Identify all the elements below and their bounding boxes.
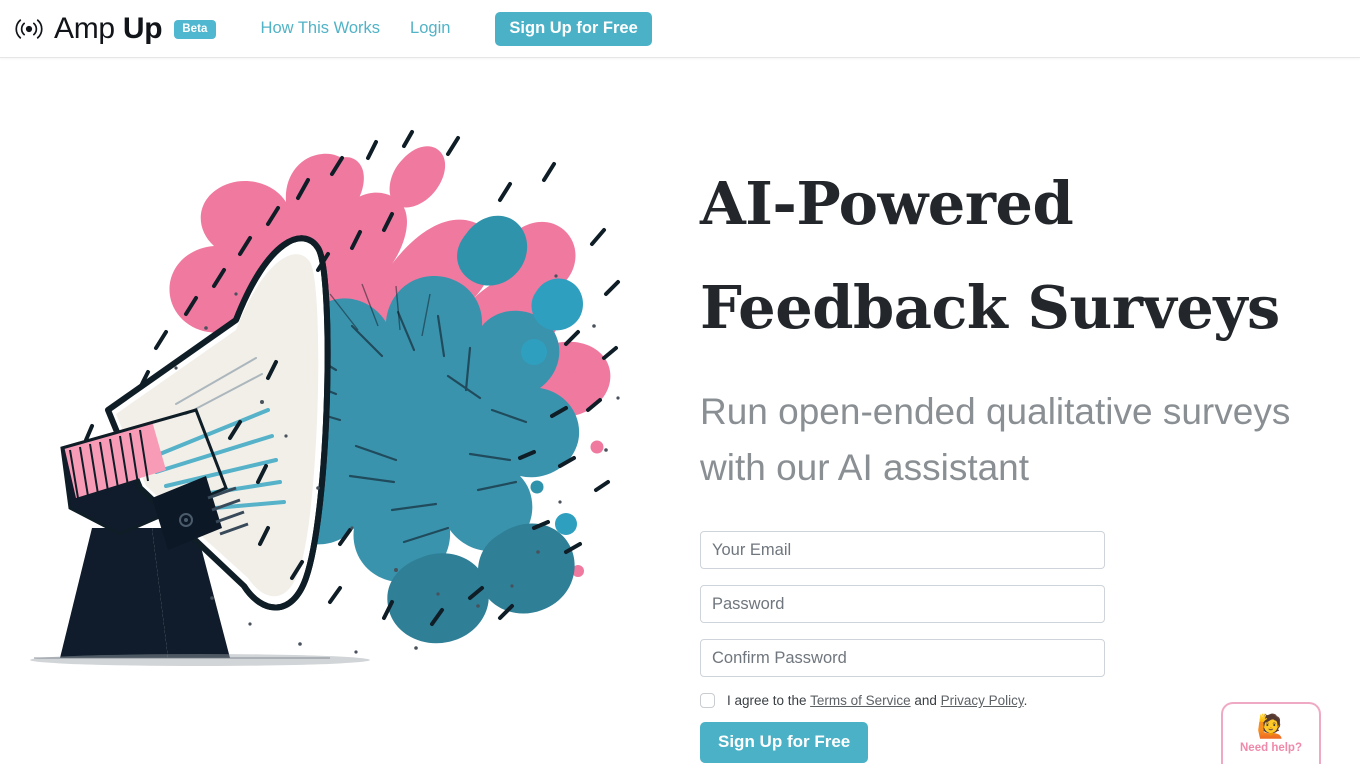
site-header: Amp Up Beta How This Works Login Sign Up… <box>0 0 1360 58</box>
password-field[interactable] <box>700 585 1105 623</box>
beta-badge: Beta <box>174 20 216 39</box>
brand-name-first: Amp <box>54 11 123 45</box>
terms-of-service-link[interactable]: Terms of Service <box>810 693 911 708</box>
megaphone-paint-splash-illustration <box>0 58 670 678</box>
signup-submit-button[interactable]: Sign Up for Free <box>700 722 869 763</box>
page-subtitle: Run open-ended qualitative surveys with … <box>700 391 1291 488</box>
hero-content: AI-Powered Feedback Surveys Run open-end… <box>700 58 1340 763</box>
confirm-password-field[interactable] <box>700 639 1105 677</box>
nav-link-login[interactable]: Login <box>395 19 465 38</box>
need-help-label: Need help? <box>1240 742 1302 754</box>
page-body: AI-Powered Feedback Surveys Run open-end… <box>0 58 1360 764</box>
terms-checkbox[interactable] <box>700 693 715 708</box>
brand-name: Amp Up <box>54 11 163 45</box>
main-nav: How This Works Login Sign Up for Free <box>246 11 652 46</box>
headline-line-1: AI-Powered <box>700 169 1074 238</box>
broadcast-icon <box>14 17 44 41</box>
signup-form: I agree to the Terms of Service and Priv… <box>700 531 1105 763</box>
terms-agreement-row: I agree to the Terms of Service and Priv… <box>700 693 1105 708</box>
terms-middle: and <box>910 693 941 708</box>
privacy-policy-link[interactable]: Privacy Policy <box>941 693 1024 708</box>
terms-text: I agree to the Terms of Service and Priv… <box>727 693 1027 708</box>
header-signup-button[interactable]: Sign Up for Free <box>495 11 652 46</box>
email-field[interactable] <box>700 531 1105 569</box>
need-help-widget[interactable]: 🙋 Need help? <box>1221 702 1321 764</box>
brand-name-second: Up <box>122 11 163 45</box>
brand-logo[interactable]: Amp Up Beta <box>14 11 216 45</box>
raising-hand-icon: 🙋 <box>1256 713 1286 739</box>
terms-suffix: . <box>1023 693 1028 708</box>
headline-line-2: Feedback Surveys <box>700 273 1280 342</box>
page-title: AI-Powered Feedback Surveys <box>700 152 1340 360</box>
nav-link-how-this-works[interactable]: How This Works <box>246 19 396 38</box>
terms-prefix: I agree to the <box>727 693 811 708</box>
